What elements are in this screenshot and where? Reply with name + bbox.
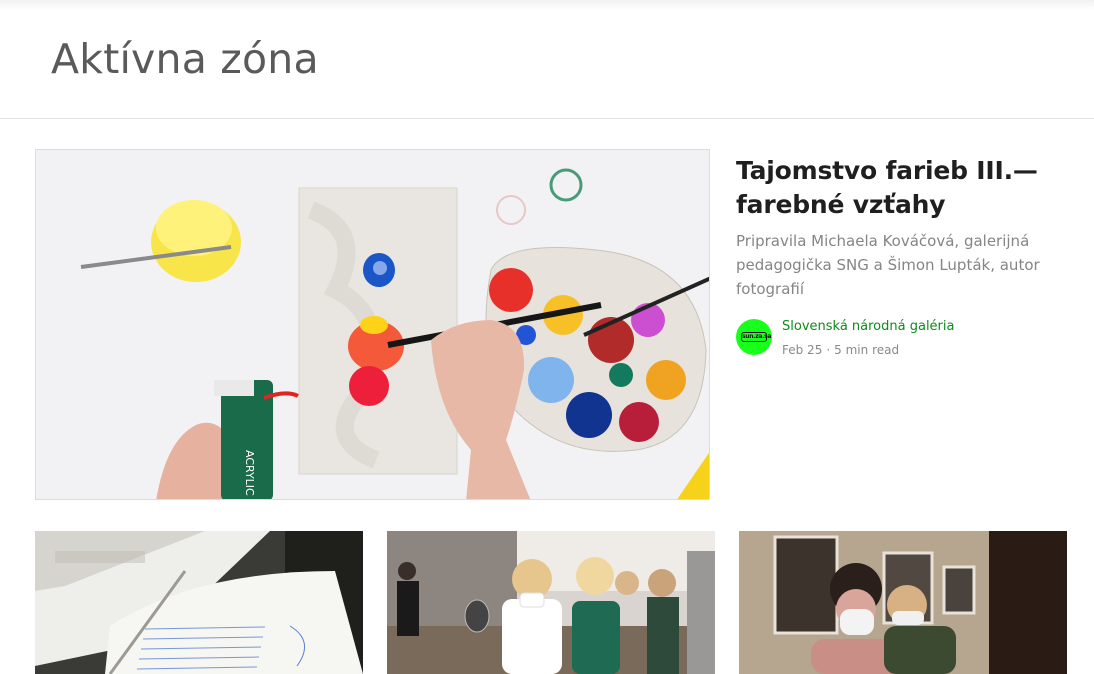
open-book-photo-icon: [35, 531, 363, 674]
post-meta: Feb 25 · 5 min read: [782, 342, 899, 358]
top-header: Aktívna zóna: [0, 0, 1094, 119]
children-workshop-photo-icon: [387, 531, 715, 674]
post-date: Feb 25: [782, 343, 823, 357]
feature-subtitle[interactable]: Pripravila Michaela Kováčová, galerijná …: [736, 229, 1066, 301]
story-card-1[interactable]: [35, 531, 363, 674]
svg-text:ACRYLIC: ACRYLIC: [243, 450, 256, 496]
feature-text-block: Tajomstvo farieb III.— farebné vzťahy Pr…: [736, 154, 1066, 301]
author-row: sun.za.sa Slovenská národná galéria Feb …: [736, 318, 1076, 358]
story-card-3[interactable]: [739, 531, 1067, 674]
read-time: 5 min read: [834, 343, 900, 357]
story-card-2[interactable]: [387, 531, 715, 674]
meta-separator: ·: [826, 343, 831, 357]
page-title[interactable]: Aktívna zóna: [51, 34, 319, 84]
painting-palette-photo-icon: ACRYLIC: [36, 150, 709, 499]
feature-title[interactable]: Tajomstvo farieb III.— farebné vzťahy: [736, 154, 1066, 222]
publication-link[interactable]: Slovenská národná galéria: [782, 318, 954, 335]
feature-image[interactable]: ACRYLIC: [35, 149, 710, 500]
avatar-logo-text: sun.za.sa: [741, 332, 772, 342]
publication-avatar[interactable]: sun.za.sa: [736, 319, 772, 355]
gallery-visitors-photo-icon: [739, 531, 1067, 674]
